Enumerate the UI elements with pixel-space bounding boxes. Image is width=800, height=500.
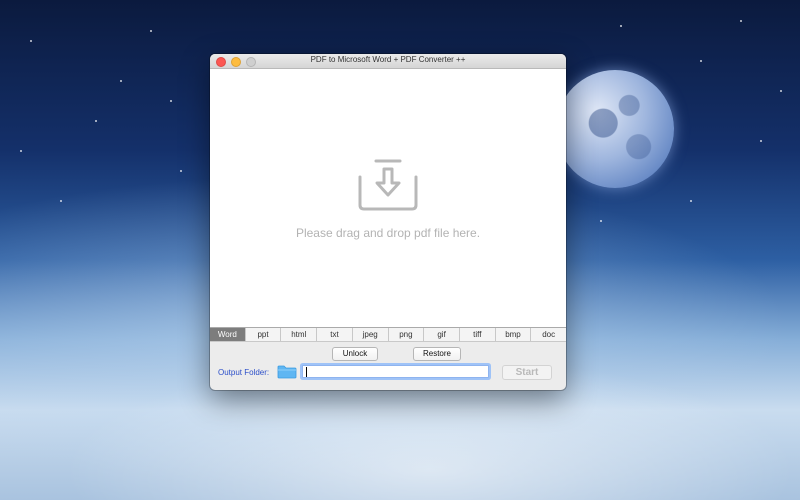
tab-txt[interactable]: txt [317, 328, 353, 341]
download-tray-icon [358, 159, 418, 211]
output-folder-input[interactable] [302, 365, 489, 378]
tab-bmp[interactable]: bmp [496, 328, 532, 341]
tab-png[interactable]: png [389, 328, 425, 341]
tab-gif[interactable]: gif [424, 328, 460, 341]
title-bar[interactable]: PDF to Microsoft Word + PDF Converter ++ [210, 54, 566, 69]
restore-button[interactable]: Restore [413, 347, 461, 361]
tab-ppt[interactable]: ppt [246, 328, 282, 341]
app-window: PDF to Microsoft Word + PDF Converter ++… [210, 54, 566, 390]
text-caret [306, 367, 307, 377]
tab-html[interactable]: html [281, 328, 318, 341]
pdf-drop-zone[interactable]: Please drag and drop pdf file here. [210, 69, 566, 327]
tab-jpeg[interactable]: jpeg [353, 328, 389, 341]
unlock-button[interactable]: Unlock [332, 347, 378, 361]
tab-tiff[interactable]: tiff [460, 328, 496, 341]
moon [556, 70, 674, 188]
format-tabs: Word ppt html txt jpeg png gif tiff bmp … [210, 327, 566, 342]
folder-icon[interactable] [277, 365, 297, 379]
tab-word[interactable]: Word [210, 328, 246, 341]
drop-instruction: Please drag and drop pdf file here. [295, 226, 481, 240]
start-button[interactable]: Start [502, 365, 552, 380]
tab-doc[interactable]: doc [531, 328, 566, 341]
output-folder-label: Output Folder: [218, 368, 270, 377]
window-title: PDF to Microsoft Word + PDF Converter ++ [310, 55, 466, 64]
